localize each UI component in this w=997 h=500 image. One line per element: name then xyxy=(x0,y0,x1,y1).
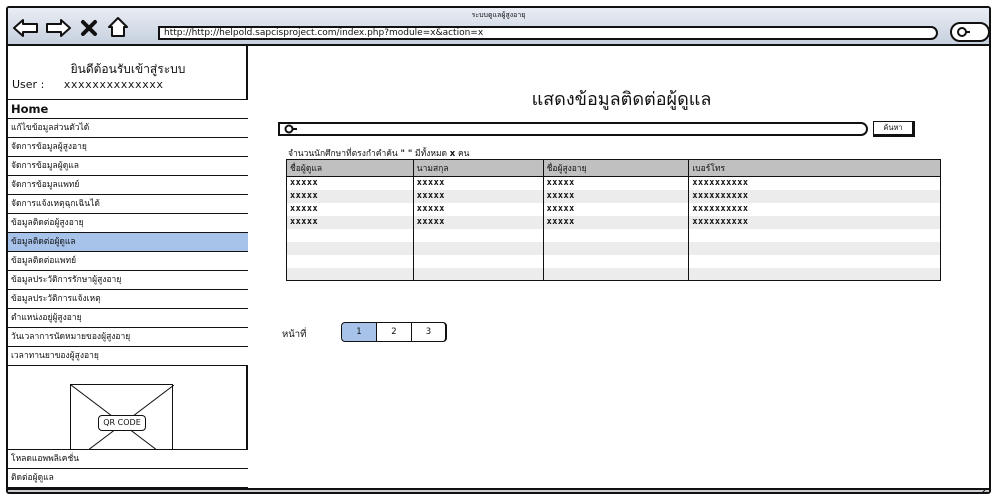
result-count-text: จำนวนนักศึกษาที่ตรงกำคำค้น " " มีทั้งหมด… xyxy=(288,146,469,160)
browser-status-bar xyxy=(8,488,989,492)
back-arrow-icon[interactable] xyxy=(12,17,40,43)
browser-toolbar: ระบบดูแลผู้สูงอายุ http://http://helpold… xyxy=(8,8,989,46)
sidebar-item-home[interactable]: Home xyxy=(8,99,248,119)
cell-surname: xxxxx xyxy=(412,215,544,229)
window-title: ระบบดูแลผู้สูงอายุ xyxy=(471,11,526,19)
result-mid: มีทั้งหมด xyxy=(414,149,448,159)
qr-code-label: QR CODE xyxy=(98,415,146,431)
caregiver-contact-table: ชื่อผู้ดูแล นามสกุล ชื่อผู้สูงอายุ เบอร์… xyxy=(286,159,941,281)
search-input[interactable] xyxy=(278,122,868,136)
cell-surname: xxxxx xyxy=(412,189,544,203)
sidebar-item-appointments[interactable]: วันเวลาการนัดหมายของผู้สูงอายุ xyxy=(8,327,248,347)
cell-phone xyxy=(688,267,941,281)
table-row[interactable] xyxy=(286,254,941,268)
cell-caregiver-name: xxxxx xyxy=(286,176,414,190)
cell-surname xyxy=(412,228,544,242)
table-row[interactable]: xxxxx xxxxx xxxxx xxxxxxxxxx xyxy=(286,176,941,190)
header-surname[interactable]: นามสกุล xyxy=(412,159,544,177)
cell-elderly-name xyxy=(542,228,690,242)
page-button-1[interactable]: 1 xyxy=(341,322,377,342)
cell-phone: xxxxxxxxxx xyxy=(688,202,941,216)
cell-phone: xxxxxxxxxx xyxy=(688,189,941,203)
sidebar-menu: Home แก้ไขข้อมูลส่วนตัวได้ จัดการข้อมูลผ… xyxy=(8,99,248,366)
header-elderly-name[interactable]: ชื่อผู้สูงอายุ xyxy=(542,159,690,177)
cell-caregiver-name xyxy=(286,267,414,281)
address-bar[interactable]: http://http://helpold.sapcisproject.com/… xyxy=(158,26,938,40)
sidebar-item-manage-emergency[interactable]: จัดการแจ้งเหตุฉุกเฉินได้ xyxy=(8,194,248,214)
cell-phone: xxxxxxxxxx xyxy=(688,176,941,190)
table-row[interactable]: xxxxx xxxxx xxxxx xxxxxxxxxx xyxy=(286,189,941,203)
sidebar-item-manage-caregivers[interactable]: จัดการข้อมูลผู้ดูแล xyxy=(8,156,248,176)
user-label: User : xyxy=(12,78,45,91)
page-button-2[interactable]: 2 xyxy=(376,322,412,342)
cell-surname xyxy=(412,241,544,255)
search-icon xyxy=(957,27,967,37)
cell-phone xyxy=(688,241,941,255)
cell-phone xyxy=(688,228,941,242)
user-value: xxxxxxxxxxxxxx xyxy=(63,78,164,91)
header-caregiver-name[interactable]: ชื่อผู้ดูแล xyxy=(286,159,414,177)
cell-surname: xxxxx xyxy=(412,176,544,190)
cell-caregiver-name: xxxxx xyxy=(286,215,414,229)
welcome-text: ยินดีต้อนรับเข้าสู่ระบบ xyxy=(70,62,186,76)
cell-caregiver-name xyxy=(286,241,414,255)
cell-elderly-name: xxxxx xyxy=(542,202,690,216)
home-icon[interactable] xyxy=(106,16,130,42)
cell-elderly-name xyxy=(542,241,690,255)
user-info: User : xxxxxxxxxxxxxx xyxy=(12,78,164,91)
main-content: แสดงข้อมูลติดต่อผู้ดูแล ค้นหา จำนวนนักศึ… xyxy=(250,46,989,488)
sidebar-item-caregiver-contacts[interactable]: ข้อมูลติดต่อผู้ดูแล xyxy=(8,232,248,252)
cell-caregiver-name: xxxxx xyxy=(286,189,414,203)
table-row[interactable] xyxy=(286,228,941,242)
resize-grip-icon xyxy=(982,490,987,492)
browser-search-box[interactable] xyxy=(950,22,989,42)
header-phone[interactable]: เบอร์โทร xyxy=(688,159,941,177)
cell-elderly-name xyxy=(542,254,690,268)
sidebar-item-manage-doctors[interactable]: จัดการข้อมูลแพทย์ xyxy=(8,175,248,195)
pager-label: หน้าที่ xyxy=(282,329,307,340)
cell-phone xyxy=(688,254,941,268)
table-row[interactable] xyxy=(286,241,941,255)
sidebar-item-manage-elderly[interactable]: จัดการข้อมูลผู้สูงอายุ xyxy=(8,137,248,157)
browser-window: ระบบดูแลผู้สูงอายุ http://http://helpold… xyxy=(6,6,991,494)
forward-arrow-icon[interactable] xyxy=(44,17,72,43)
cell-elderly-name: xxxxx xyxy=(542,215,690,229)
cell-surname xyxy=(412,267,544,281)
sidebar-item-elderly-contacts[interactable]: ข้อมูลติดต่อผู้สูงอายุ xyxy=(8,213,248,233)
sidebar-item-download-app[interactable]: โหลดแอพพลิเคชั่น xyxy=(8,449,248,469)
cell-surname xyxy=(412,254,544,268)
cell-caregiver-name: xxxxx xyxy=(286,202,414,216)
cell-phone: xxxxxxxxxx xyxy=(688,215,941,229)
page-title: แสดงข้อมูลติดต่อผู้ดูแล xyxy=(531,89,712,110)
table-row[interactable] xyxy=(286,267,941,281)
result-suffix: คน xyxy=(457,149,470,159)
result-prefix: จำนวนนักศึกษาที่ตรงกำคำค้น xyxy=(288,149,398,159)
table-row[interactable]: xxxxx xxxxx xxxxx xxxxxxxxxx xyxy=(286,215,941,229)
page-button-3[interactable]: 3 xyxy=(411,322,447,342)
sidebar-item-contact-caregiver[interactable]: ติดต่อผู้ดูแล xyxy=(8,468,248,488)
cell-caregiver-name xyxy=(286,228,414,242)
sidebar-item-medication-times[interactable]: เวลาทานยาของผู้สูงอายุ xyxy=(8,346,248,366)
cell-elderly-name xyxy=(542,267,690,281)
search-icon xyxy=(284,124,297,134)
sidebar-item-edit-profile[interactable]: แก้ไขข้อมูลส่วนตัวได้ xyxy=(8,118,248,138)
cell-caregiver-name xyxy=(286,254,414,268)
cell-elderly-name: xxxxx xyxy=(542,176,690,190)
close-icon[interactable] xyxy=(80,19,98,41)
table-row[interactable]: xxxxx xxxxx xxxxx xxxxxxxxxx xyxy=(286,202,941,216)
cell-surname: xxxxx xyxy=(412,202,544,216)
sidebar-item-treatment-history[interactable]: ข้อมูลประวัติการรักษาผู้สูงอายุ xyxy=(8,270,248,290)
sidebar: ยินดีต้อนรับเข้าสู่ระบบ User : xxxxxxxxx… xyxy=(8,46,248,488)
pagination: 1 2 3 xyxy=(341,322,447,342)
sidebar-item-elderly-location[interactable]: ตำแหน่งอยู่ผู้สูงอายุ xyxy=(8,308,248,328)
sidebar-bottom-links: โหลดแอพพลิเคชั่น ติดต่อผู้ดูแล xyxy=(8,449,248,488)
result-query: " " xyxy=(400,149,413,159)
cell-elderly-name: xxxxx xyxy=(542,189,690,203)
search-button[interactable]: ค้นหา xyxy=(873,121,915,137)
sidebar-item-incident-history[interactable]: ข้อมูลประวัติการแจ้งเหตุ xyxy=(8,289,248,309)
table-header-row: ชื่อผู้ดูแล นามสกุล ชื่อผู้สูงอายุ เบอร์… xyxy=(286,159,941,177)
sidebar-item-doctor-contacts[interactable]: ข้อมูลติดต่อแพทย์ xyxy=(8,251,248,271)
result-count: x xyxy=(449,149,456,159)
